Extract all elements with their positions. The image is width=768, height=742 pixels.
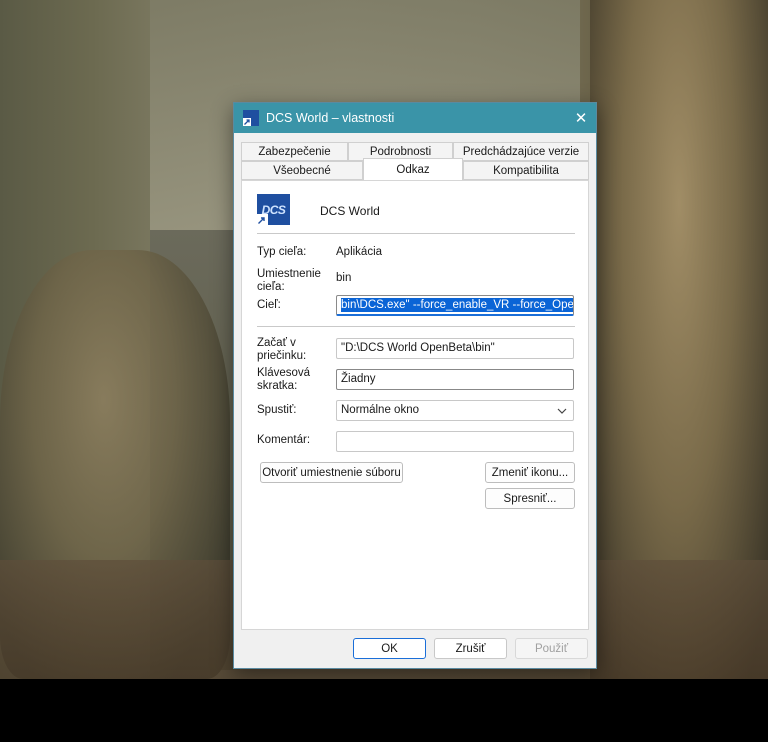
start-in-label: Začať v priečinku:	[257, 337, 307, 362]
advanced-button[interactable]: Spresniť...	[485, 488, 575, 509]
target-type-label: Typ cieľa:	[257, 246, 307, 258]
apply-button[interactable]: Použiť	[515, 638, 588, 659]
shortcut-icon	[243, 110, 259, 126]
app-name: DCS World	[320, 204, 380, 218]
target-label: Cieľ:	[257, 299, 281, 311]
shortcut-arrow-icon	[257, 214, 268, 225]
target-location-label: Umiestnenie cieľa:	[257, 268, 321, 293]
properties-dialog: DCS World – vlastnosti ✕ Zabezpečenie Po…	[233, 102, 597, 669]
close-icon: ✕	[574, 110, 588, 127]
tab-security[interactable]: Zabezpečenie	[241, 142, 348, 161]
hotkey-label: Klávesová skratka:	[257, 367, 311, 392]
tab-general[interactable]: Všeobecné	[241, 161, 363, 180]
comment-label: Komentár:	[257, 434, 311, 446]
run-select-value: Normálne okno	[341, 404, 419, 416]
target-location-value: bin	[336, 272, 352, 284]
close-button[interactable]: ✕	[566, 103, 596, 133]
titlebar[interactable]: DCS World – vlastnosti ✕	[234, 103, 596, 133]
hotkey-field[interactable]: Žiadny	[336, 369, 574, 390]
cancel-button[interactable]: Zrušiť	[434, 638, 507, 659]
tab-compatibility[interactable]: Kompatibilita	[463, 161, 589, 180]
start-in-field[interactable]: "D:\DCS World OpenBeta\bin"	[336, 338, 574, 359]
comment-field[interactable]	[336, 431, 574, 452]
run-select[interactable]: Normálne okno	[336, 400, 574, 421]
bottom-black-bar	[0, 679, 768, 742]
open-file-location-button[interactable]: Otvoriť umiestnenie súboru	[260, 462, 403, 483]
tab-shortcut[interactable]: Odkaz	[363, 158, 463, 180]
target-field[interactable]: bin\DCS.exe" --force_enable_VR --force_O…	[336, 295, 574, 316]
divider	[257, 233, 575, 234]
tab-strip: Zabezpečenie Podrobnosti Predchádzajúce …	[241, 142, 589, 182]
dcs-app-icon: DCS	[257, 194, 290, 225]
tab-previous-versions[interactable]: Predchádzajúce verzie	[453, 142, 589, 161]
target-field-selection: bin\DCS.exe" --force_enable_VR --force_O…	[341, 298, 573, 312]
divider	[257, 326, 575, 327]
chevron-down-icon	[557, 404, 567, 420]
window-title: DCS World – vlastnosti	[266, 111, 395, 125]
change-icon-button[interactable]: Zmeniť ikonu...	[485, 462, 575, 483]
run-label: Spustiť:	[257, 404, 297, 416]
ok-button[interactable]: OK	[353, 638, 426, 659]
target-type-value: Aplikácia	[336, 246, 383, 258]
shortcut-panel: DCS DCS World Typ cieľa: Aplikácia Umies…	[241, 180, 589, 630]
